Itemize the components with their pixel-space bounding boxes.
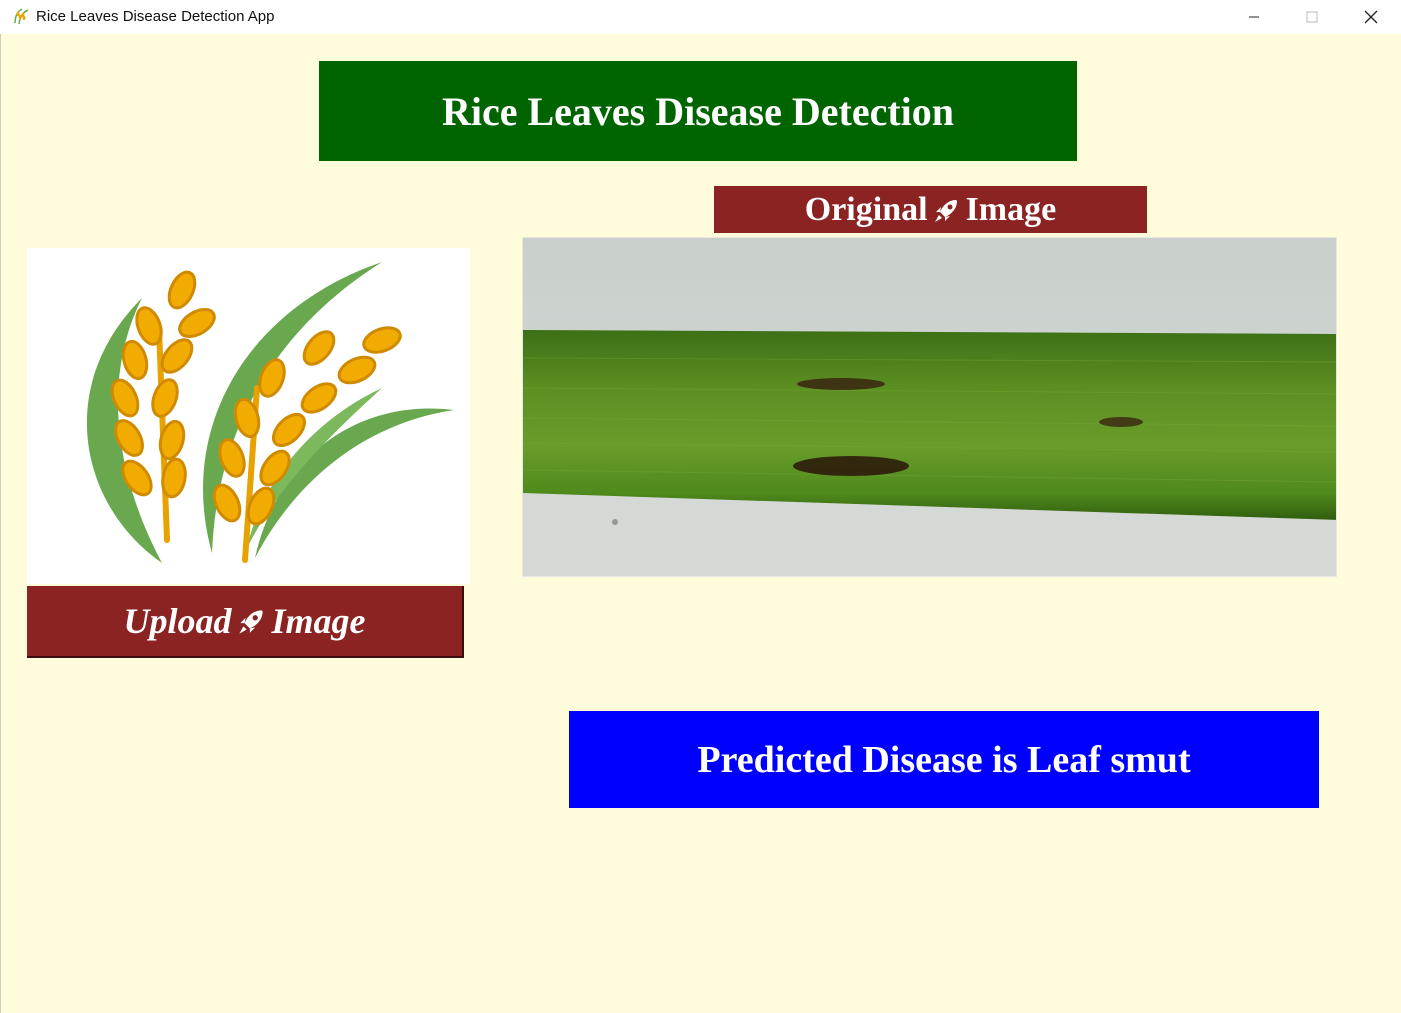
window-title: Rice Leaves Disease Detection App: [36, 8, 275, 25]
lesion-spot: [1099, 417, 1143, 427]
close-button[interactable]: [1342, 0, 1400, 34]
header-title: Rice Leaves Disease Detection: [441, 88, 955, 134]
prediction-result-banner: Predicted Disease is Leaf smut: [569, 711, 1319, 808]
rice-plant-icon: [14, 8, 29, 25]
original-label-right: Image: [965, 190, 1057, 228]
rice-logo-panel: [27, 248, 470, 584]
app-header-banner: Rice Leaves Disease Detection: [319, 61, 1077, 161]
upload-label-right: Image: [271, 601, 366, 641]
close-icon: [1364, 10, 1378, 24]
prediction-result-text: Predicted Disease is Leaf smut: [697, 738, 1191, 781]
window-titlebar: Rice Leaves Disease Detection App: [0, 0, 1401, 34]
minimize-icon: [1249, 16, 1259, 18]
rice-leaf-photo: [523, 238, 1336, 576]
upload-label-left: Upload: [123, 601, 232, 641]
upload-image-button[interactable]: Upload Image: [27, 586, 464, 658]
maximize-icon: [1306, 11, 1318, 23]
lesion-spot: [797, 378, 885, 390]
minimize-button[interactable]: [1225, 0, 1283, 34]
maximize-button[interactable]: [1283, 0, 1341, 34]
rice-plant-logo: [86, 262, 454, 563]
app-content: Rice Leaves Disease Detection Original I…: [0, 34, 1401, 1013]
original-image-label: Original Image: [714, 186, 1147, 233]
rocket-icon: [934, 199, 957, 222]
original-label-left: Original: [804, 190, 928, 228]
rocket-icon: [238, 610, 263, 634]
lesion-spot: [793, 456, 909, 476]
uploaded-leaf-image: [522, 237, 1337, 577]
